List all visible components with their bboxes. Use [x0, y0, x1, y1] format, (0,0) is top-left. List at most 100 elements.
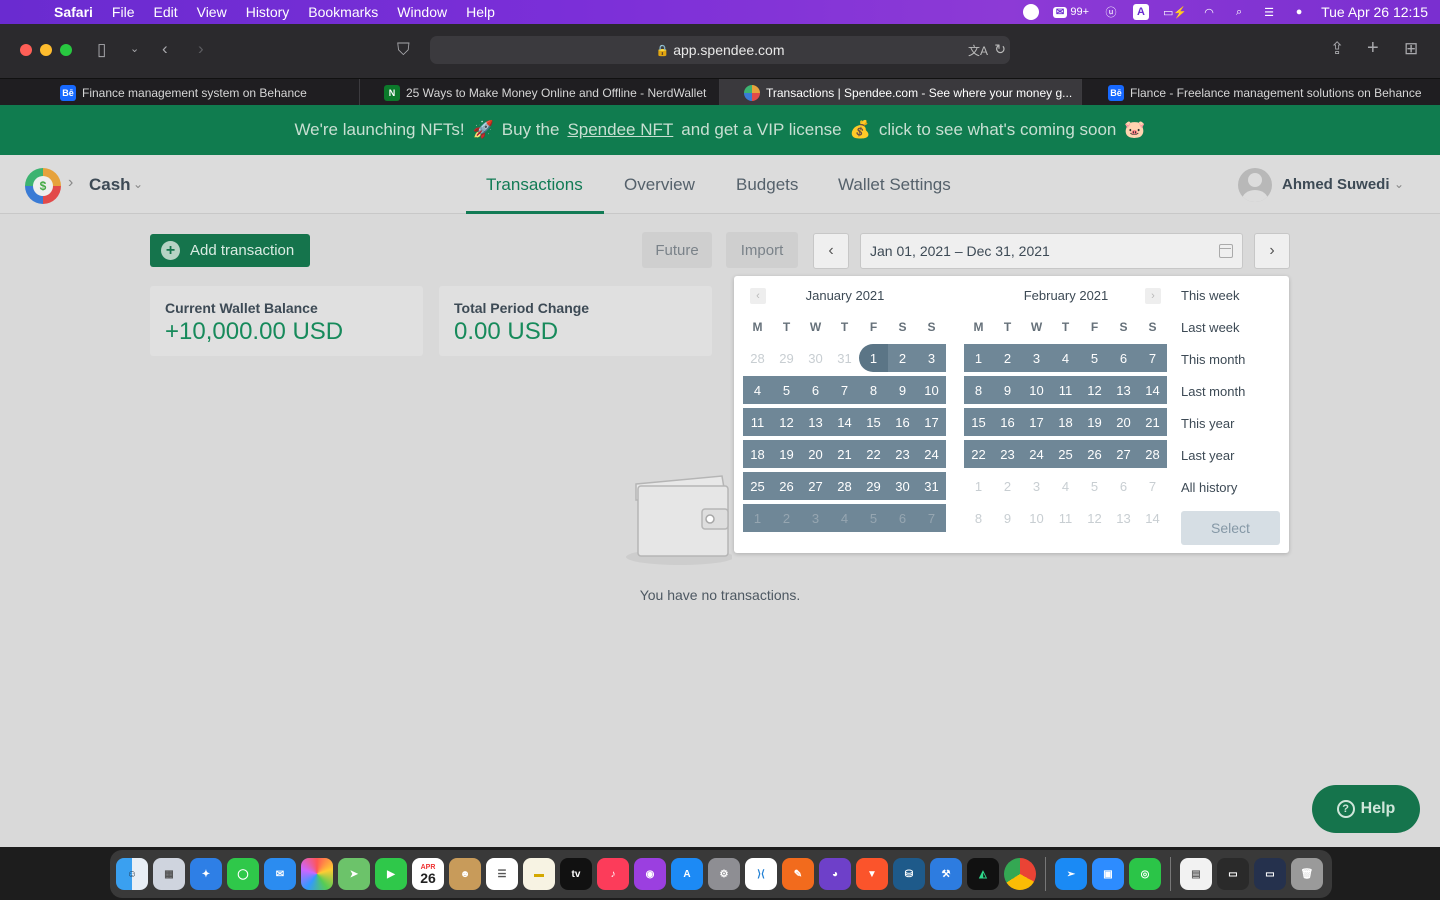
calendar-day[interactable]: 2	[993, 344, 1022, 372]
calendar-day[interactable]: 4	[1051, 344, 1080, 372]
calendar-day[interactable]: 17	[917, 408, 946, 436]
calendar-day[interactable]: 31	[917, 472, 946, 500]
android-studio-icon[interactable]: ◭	[967, 858, 999, 890]
calendar-day[interactable]: 1	[964, 344, 993, 372]
photos-icon[interactable]	[301, 858, 333, 890]
calendar-day[interactable]: 7	[830, 376, 859, 404]
finder-icon[interactable]: ☺	[116, 858, 148, 890]
chevron-down-icon[interactable]: ⌄	[130, 42, 139, 55]
reload-icon[interactable]: ↻	[994, 41, 1006, 58]
podcasts-icon[interactable]: ◉	[634, 858, 666, 890]
wallet-selector[interactable]: Cash	[89, 175, 131, 195]
menu-view[interactable]: View	[197, 4, 227, 20]
help-button[interactable]: ? Help	[1312, 785, 1420, 833]
calendar-day[interactable]: 20	[1109, 408, 1138, 436]
calendar-day-outside[interactable]: 6	[1109, 472, 1138, 500]
spotlight-search-icon[interactable]: ⌕	[1231, 4, 1247, 20]
wifi-icon[interactable]: ◠	[1201, 4, 1217, 20]
preset-this-month[interactable]: This month	[1181, 352, 1245, 384]
tab-spendee-transactions[interactable]: Transactions | Spendee.com - See where y…	[720, 79, 1082, 106]
tab-overview-icon[interactable]: ⊞	[1404, 39, 1418, 59]
menu-history[interactable]: History	[246, 4, 290, 20]
system-preferences-icon[interactable]: ⚙	[708, 858, 740, 890]
calendar-day-outside[interactable]: 10	[1022, 504, 1051, 532]
calendar-day[interactable]: 27	[801, 472, 830, 500]
calendar-day[interactable]: 18	[743, 440, 772, 468]
record-status-icon[interactable]	[1022, 4, 1039, 20]
zoom-window-button[interactable]	[60, 44, 72, 56]
calendar-day[interactable]: 22	[964, 440, 993, 468]
calendar-day[interactable]: 8	[859, 376, 888, 404]
calendar-day[interactable]: 17	[1022, 408, 1051, 436]
menu-edit[interactable]: Edit	[153, 4, 177, 20]
calendar-day[interactable]: 21	[830, 440, 859, 468]
mysql-workbench-icon[interactable]: ⛁	[893, 858, 925, 890]
close-window-button[interactable]	[20, 44, 32, 56]
siri-icon[interactable]: ●	[1291, 4, 1307, 20]
calendar-day[interactable]: 21	[1138, 408, 1167, 436]
calendar-day[interactable]: 20	[801, 440, 830, 468]
calendar-day[interactable]: 25	[743, 472, 772, 500]
previous-month-button[interactable]: ‹	[750, 288, 766, 304]
previous-period-button[interactable]: ‹	[813, 233, 849, 269]
import-button[interactable]: Import	[726, 232, 798, 268]
maps-icon[interactable]: ➤	[338, 858, 370, 890]
calendar-day-outside[interactable]: 13	[1109, 504, 1138, 532]
calendar-day[interactable]: 16	[993, 408, 1022, 436]
back-icon[interactable]: ‹	[162, 39, 168, 59]
calendar-day[interactable]: 5	[1080, 344, 1109, 372]
calendar-day[interactable]: 19	[1080, 408, 1109, 436]
date-range-input[interactable]: Jan 01, 2021 – Dec 31, 2021	[860, 233, 1243, 269]
preset-last-year[interactable]: Last year	[1181, 448, 1245, 480]
launchpad-icon[interactable]: ▦	[153, 858, 185, 890]
calendar-day-outside[interactable]: 8	[964, 504, 993, 532]
notes-icon[interactable]: ▬	[523, 858, 555, 890]
calendar-day[interactable]: 9	[888, 376, 917, 404]
calendar-day[interactable]: 24	[917, 440, 946, 468]
calendar-day[interactable]: 30	[888, 472, 917, 500]
calendar-day[interactable]: 10	[1022, 376, 1051, 404]
calendar-day[interactable]: 11	[743, 408, 772, 436]
chevron-down-icon[interactable]: ⌄	[1394, 177, 1404, 191]
next-month-button[interactable]: ›	[1145, 288, 1161, 304]
menu-bookmarks[interactable]: Bookmarks	[308, 4, 378, 20]
menu-file[interactable]: File	[112, 4, 135, 20]
calendar-day-outside[interactable]: 7	[917, 504, 946, 532]
calendar-day-outside[interactable]: 31	[830, 344, 859, 372]
menu-help[interactable]: Help	[466, 4, 495, 20]
calendar-day[interactable]: 12	[1080, 376, 1109, 404]
preset-all-history[interactable]: All history	[1181, 480, 1245, 512]
nav-tab-transactions[interactable]: Transactions	[486, 175, 583, 195]
calendar-day-outside[interactable]: 2	[772, 504, 801, 532]
wechat-icon[interactable]: ◎	[1129, 858, 1161, 890]
calendar-day-outside[interactable]: 7	[1138, 472, 1167, 500]
calendar-day-outside[interactable]: 9	[993, 504, 1022, 532]
calendar-day[interactable]: 19	[772, 440, 801, 468]
tab-behance-finance[interactable]: Bē Finance management system on Behance	[0, 79, 360, 106]
calendar-day[interactable]: 4	[743, 376, 772, 404]
messages-icon[interactable]: ◯	[227, 858, 259, 890]
spendee-logo-icon[interactable]: $	[25, 168, 61, 204]
calendar-day-outside[interactable]: 14	[1138, 504, 1167, 532]
preset-this-week[interactable]: This week	[1181, 288, 1245, 320]
calendar-day[interactable]: 23	[888, 440, 917, 468]
calendar-day[interactable]: 8	[964, 376, 993, 404]
calendar-day[interactable]: 29	[859, 472, 888, 500]
apple-tv-icon[interactable]: tv	[560, 858, 592, 890]
calendar-day[interactable]: 26	[772, 472, 801, 500]
minimize-window-button[interactable]	[40, 44, 52, 56]
zoom-icon[interactable]: ▣	[1092, 858, 1124, 890]
facetime-icon[interactable]: ▶	[375, 858, 407, 890]
calendar-day[interactable]: 13	[1109, 376, 1138, 404]
calendar-day[interactable]: 11	[1051, 376, 1080, 404]
calendar-day[interactable]: 3	[917, 344, 946, 372]
calendar-day-outside[interactable]: 29	[772, 344, 801, 372]
input-source-icon[interactable]: A	[1133, 4, 1149, 20]
calendar-day[interactable]: 3	[1022, 344, 1051, 372]
extension-u-icon[interactable]: ⓤ	[1103, 4, 1119, 20]
calendar-day[interactable]: 22	[859, 440, 888, 468]
menu-app-name[interactable]: Safari	[54, 4, 93, 20]
safari-icon[interactable]: ✦	[190, 858, 222, 890]
reminders-icon[interactable]: ☰	[486, 858, 518, 890]
preset-last-month[interactable]: Last month	[1181, 384, 1245, 416]
